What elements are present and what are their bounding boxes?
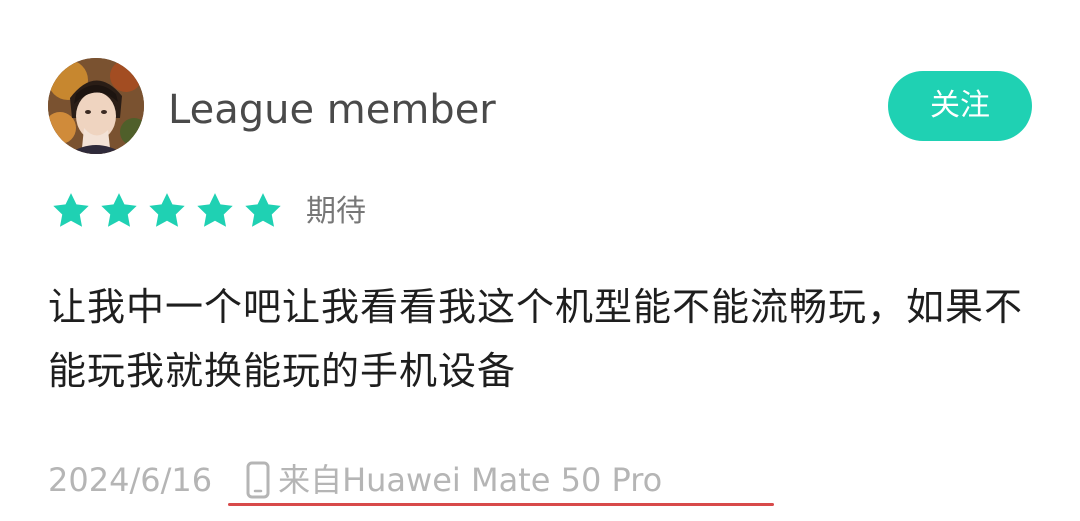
star-icon (146, 190, 188, 232)
review-text: 让我中一个吧让我看看我这个机型能不能流畅玩，如果不能玩我就换能玩的手机设备 (48, 285, 1024, 393)
device-label: 来自Huawei Mate 50 Pro (278, 461, 663, 499)
username[interactable]: League member (168, 84, 496, 136)
follow-button[interactable]: 关注 (888, 71, 1032, 141)
review-date: 2024/6/16 (48, 461, 213, 499)
rating-label: 期待 (306, 194, 366, 229)
device-underline (228, 503, 774, 506)
review-meta: 2024/6/16 来自Huawei Mate 50 Pro (48, 456, 662, 504)
avatar-image (48, 58, 144, 154)
avatar[interactable] (48, 58, 144, 154)
star-icon (242, 190, 284, 232)
phone-icon (246, 461, 270, 499)
star-icon (194, 190, 236, 232)
star-icon (50, 190, 92, 232)
star-rating (50, 190, 284, 232)
star-icon (98, 190, 140, 232)
